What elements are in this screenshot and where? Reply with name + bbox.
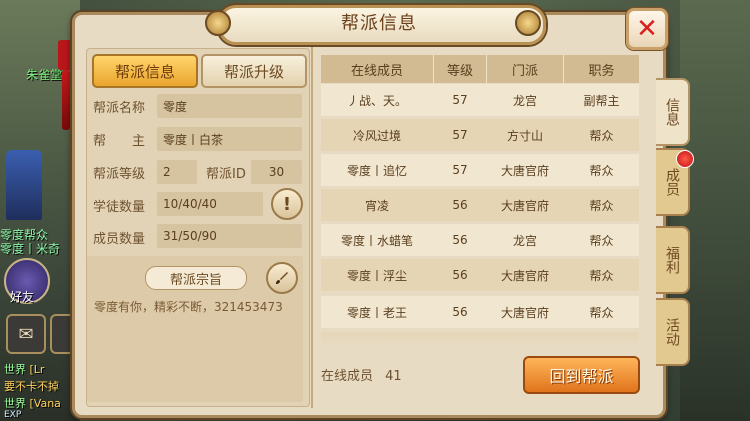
member-school: 方寸山: [506, 128, 543, 143]
side-tab-activity[interactable]: 活动: [656, 298, 690, 366]
guild-name-field: 零度: [157, 94, 302, 118]
side-tab-label: 活动: [664, 318, 680, 346]
member-name: 零度丨老王: [346, 305, 407, 320]
npc-name-label: 朱雀堂: [26, 68, 63, 82]
panel-divider: [311, 44, 313, 408]
side-tab-label: 成员: [664, 168, 680, 196]
guild-name-label: 帮派名称: [93, 101, 146, 116]
member-school: 大唐官府: [500, 268, 549, 283]
member-level: 56: [452, 233, 468, 247]
table-row[interactable]: 零度丨追忆 57 大唐官府 帮众: [321, 154, 639, 186]
member-position: 帮众: [589, 233, 614, 248]
brush-icon: [276, 272, 288, 284]
member-level: 57: [452, 128, 468, 142]
table-row[interactable]: 零度丨老王 56 大唐官府 帮众: [321, 296, 639, 328]
member-name: 零度丨追忆: [346, 163, 407, 178]
chat-line-3: 世界 [Vana: [4, 395, 61, 411]
member-position: 帮众: [589, 268, 614, 283]
member-name: 丿战、天。: [346, 93, 407, 108]
guild-level-label: 帮派等级: [93, 167, 146, 182]
member-position: 帮众: [589, 305, 614, 320]
chat-text: 要不卡不掉: [4, 380, 59, 393]
table-row[interactable]: 宵凌 56 大唐官府 帮众: [321, 189, 639, 221]
npc-guild-name-label: 零度丨米奇: [0, 242, 61, 256]
online-members-count: 在线成员 41: [321, 365, 402, 384]
player-character-sprite[interactable]: [6, 150, 42, 220]
guild-leader-field: 零度丨白茶: [157, 127, 302, 151]
chat-text: [Vana: [29, 397, 61, 410]
apprentice-count-field: 10/40/40: [157, 192, 263, 216]
column-header-position[interactable]: 职务: [564, 55, 639, 83]
member-school: 龙宫: [512, 93, 537, 108]
member-school: 大唐官府: [500, 305, 549, 320]
member-school: 大唐官府: [500, 163, 549, 178]
table-row[interactable]: 零度丨浮尘 56 大唐官府 帮众: [321, 259, 639, 291]
chat-text: [Lr: [29, 363, 45, 376]
member-school: 龙宫: [512, 233, 537, 248]
notification-badge-icon: [676, 150, 694, 168]
column-header-online-member[interactable]: 在线成员: [321, 55, 433, 83]
close-button[interactable]: ✕: [626, 8, 668, 50]
return-to-guild-button[interactable]: 回到帮派: [523, 356, 640, 394]
column-header-school[interactable]: 门派: [487, 55, 563, 83]
member-level: 57: [452, 93, 468, 107]
member-count-field: 31/50/90: [157, 224, 302, 248]
exp-label: EXP: [4, 410, 22, 420]
column-header-level[interactable]: 等级: [434, 55, 486, 83]
table-row[interactable]: 丿战、天。 57 龙宫 副帮主: [321, 84, 639, 116]
guild-motto-title: 帮派宗旨: [145, 266, 247, 290]
member-level: 56: [452, 305, 468, 319]
chat-channel: 世界: [4, 397, 26, 410]
tab-guild-info[interactable]: 帮派信息: [92, 54, 198, 88]
tab-guild-upgrade[interactable]: 帮派升级: [201, 54, 307, 88]
member-position: 副帮主: [583, 93, 620, 108]
member-count-label: 成员数量: [93, 232, 146, 247]
guild-id-label: 帮派ID: [206, 167, 246, 182]
table-row[interactable]: 冷风过境 57 方寸山 帮众: [321, 119, 639, 151]
info-exclamation-icon[interactable]: !: [271, 188, 303, 220]
online-members-label: 在线成员: [321, 369, 374, 384]
game-scene-right: [680, 0, 750, 421]
decor-tassel-icon: [62, 70, 70, 130]
guild-level-field: 2: [157, 160, 197, 184]
apprentice-count-label: 学徒数量: [93, 200, 146, 215]
side-tab-welfare[interactable]: 福利: [656, 226, 690, 294]
member-name: 零度丨浮尘: [346, 268, 407, 283]
guild-id-field: 30: [251, 160, 302, 184]
chat-line-2: 要不卡不掉: [4, 378, 59, 394]
chat-line-1: 世界 [Lr: [4, 361, 44, 377]
table-scroll-fade: [321, 332, 639, 346]
side-tab-label: 福利: [664, 246, 680, 274]
member-name: 冷风过境: [352, 128, 401, 143]
friends-label: 好友: [10, 290, 35, 304]
member-level: 57: [452, 163, 468, 177]
guild-leader-label: 帮 主: [93, 134, 146, 149]
chat-icon[interactable]: ✉: [6, 314, 46, 354]
member-name: 零度丨水蜡笔: [340, 233, 413, 248]
guild-motto-text: 零度有你，精彩不断，321453473: [94, 300, 283, 314]
table-row[interactable]: 零度丨水蜡笔 56 龙宫 帮众: [321, 224, 639, 256]
member-position: 帮众: [589, 163, 614, 178]
member-school: 大唐官府: [500, 198, 549, 213]
member-position: 帮众: [589, 198, 614, 213]
member-position: 帮众: [589, 128, 614, 143]
side-tab-label: 信息: [664, 98, 680, 126]
edit-brush-button[interactable]: [266, 262, 298, 294]
chat-channel: 世界: [4, 363, 26, 376]
window-title: 帮派信息: [341, 13, 417, 34]
side-tab-info[interactable]: 信息: [656, 78, 690, 146]
member-level: 56: [452, 268, 468, 282]
close-x-icon: ✕: [636, 14, 658, 44]
member-level: 56: [452, 198, 468, 212]
member-name: 宵凌: [364, 198, 389, 213]
online-members-value: 41: [385, 369, 402, 384]
